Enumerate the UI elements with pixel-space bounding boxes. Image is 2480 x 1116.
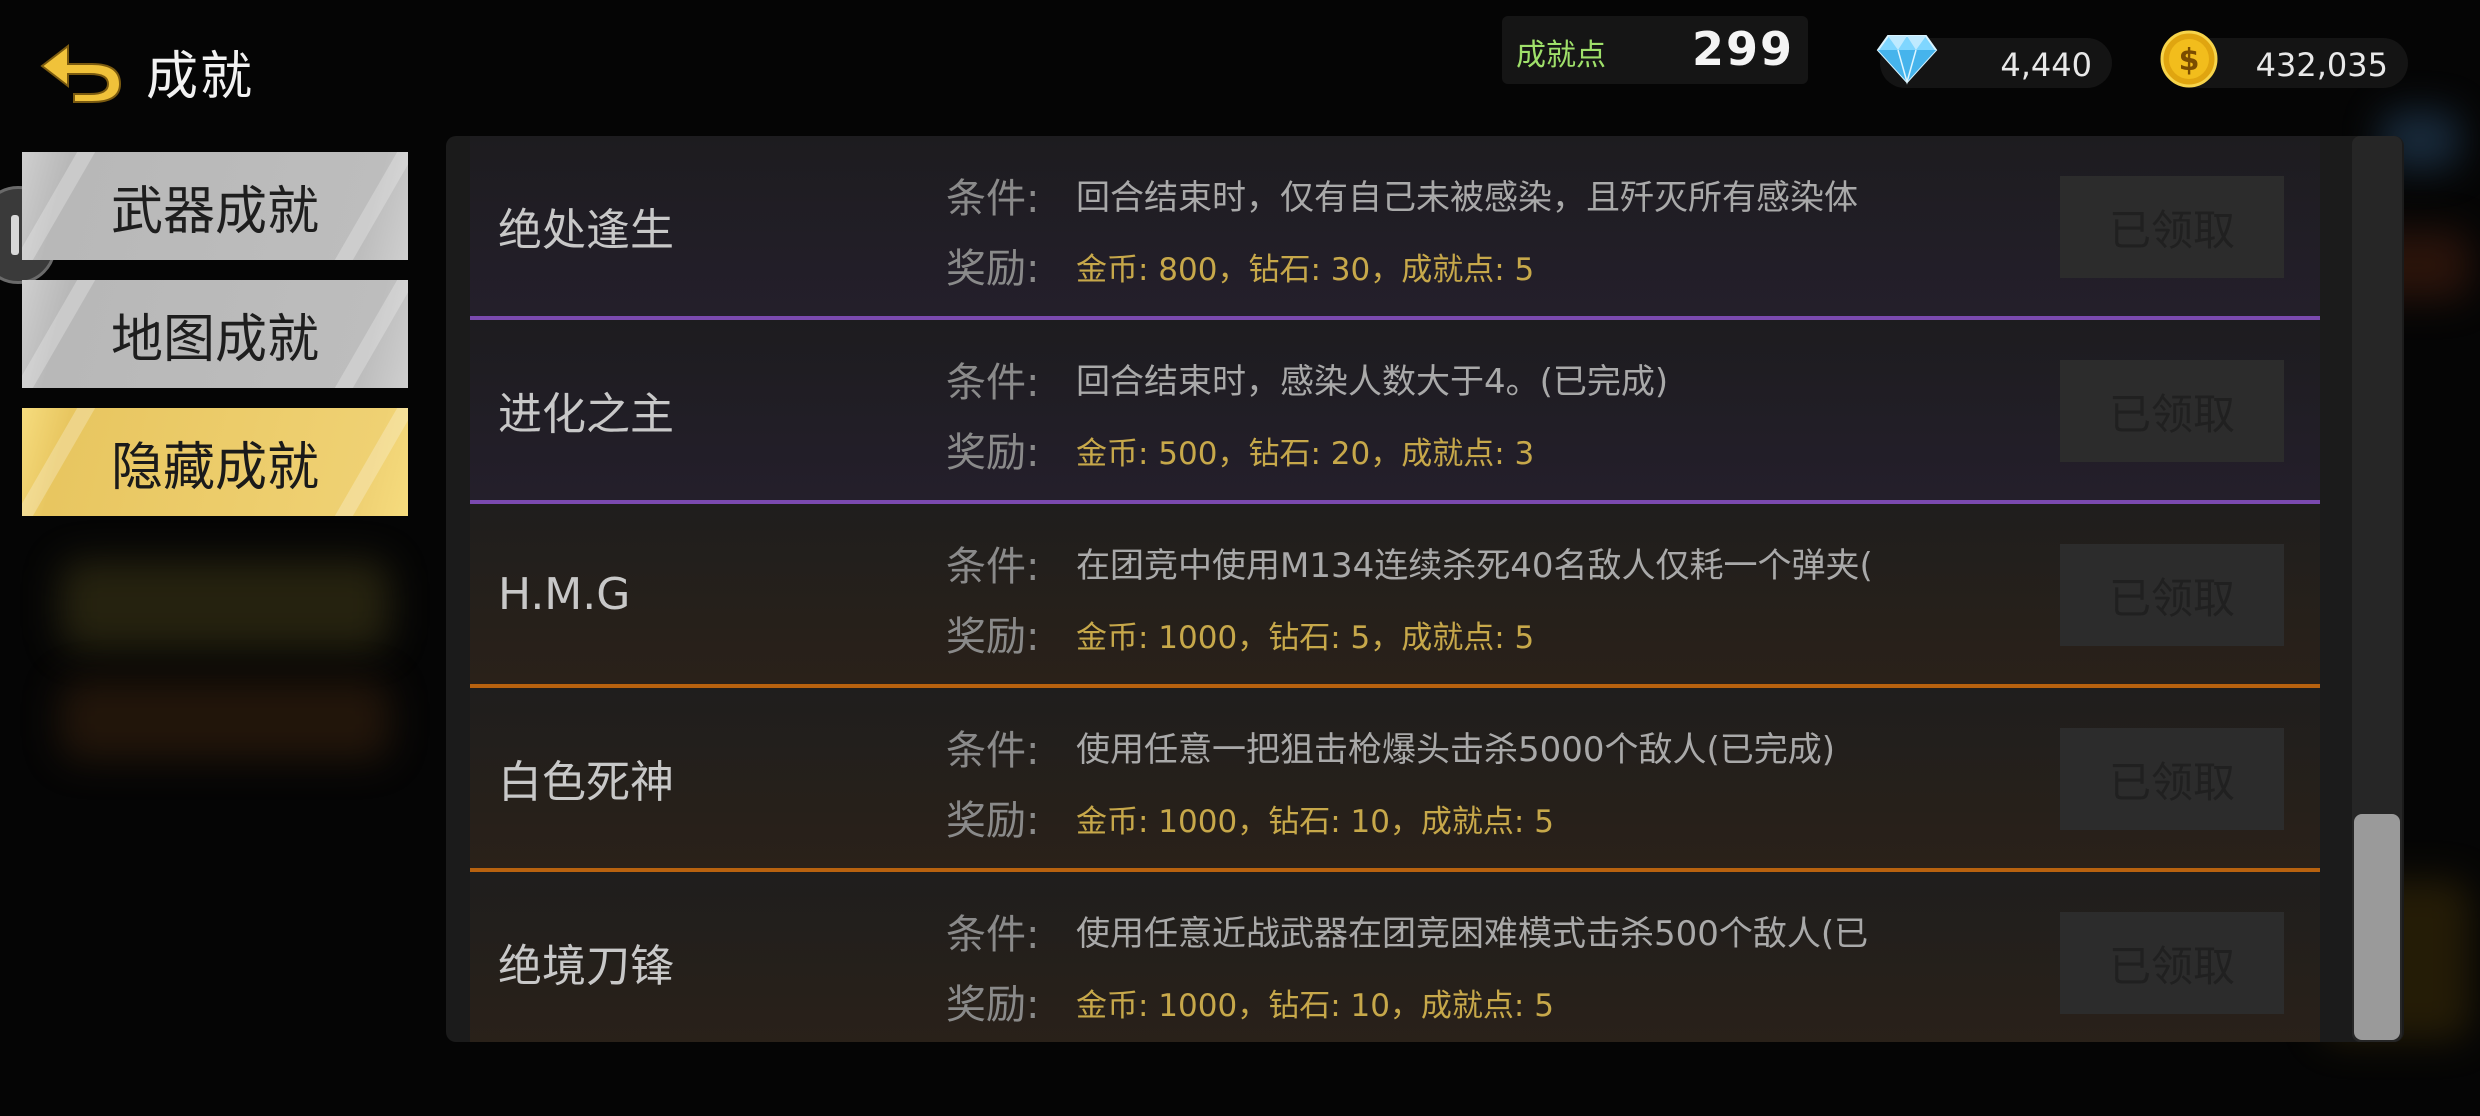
page-title: 成就: [146, 47, 255, 107]
reward-text: 金币: 1000，钻石: 10，成就点: 5: [1076, 804, 1554, 840]
claimed-button[interactable]: 已领取: [2060, 912, 2284, 1014]
tab-hidden-achievements[interactable]: 隐藏成就: [22, 408, 408, 516]
condition-label: 条件:: [946, 728, 1040, 774]
condition-text: 在团竞中使用M134连续杀死40名敌人仅耗一个弹夹(: [1076, 546, 1873, 586]
condition-label: 条件:: [946, 912, 1040, 958]
reward-text: 金币: 1000，钻石: 5，成就点: 5: [1076, 620, 1535, 656]
achievement-row: 进化之主 条件: 回合结束时，感染人数大于4。(已完成) 奖励: 金币: 500…: [470, 320, 2320, 504]
achievement-name: H.M.G: [498, 568, 631, 620]
tab-map-achievements[interactable]: 地图成就: [22, 280, 408, 388]
scrollbar-thumb[interactable]: [2354, 814, 2400, 1040]
background-blur: [60, 680, 390, 760]
condition-text: 回合结束时，感染人数大于4。(已完成): [1076, 362, 1669, 402]
achievement-list[interactable]: 绝处逢生 条件: 回合结束时，仅有自己未被感染，且歼灭所有感染体 奖励: 金币:…: [446, 136, 2404, 1042]
tab-label: 隐藏成就: [110, 437, 319, 498]
reward-text: 金币: 800，钻石: 30，成就点: 5: [1076, 252, 1535, 288]
reward-label: 奖励:: [946, 982, 1040, 1028]
claimed-button[interactable]: 已领取: [2060, 176, 2284, 278]
diamond-icon: [1876, 35, 1938, 85]
achievement-row: H.M.G 条件: 在团竞中使用M134连续杀死40名敌人仅耗一个弹夹( 奖励:…: [470, 504, 2320, 688]
condition-label: 条件:: [946, 544, 1040, 590]
condition-text: 使用任意近战武器在团竞困难模式击杀500个敌人(已: [1076, 914, 1869, 954]
gold-value: 432,035: [2255, 46, 2388, 84]
back-arrow-icon: [40, 43, 122, 103]
svg-text:$: $: [2179, 43, 2200, 78]
achievement-row: 白色死神 条件: 使用任意一把狙击枪爆头击杀5000个敌人(已完成) 奖励: 金…: [470, 688, 2320, 872]
claimed-button[interactable]: 已领取: [2060, 728, 2284, 830]
achievement-row: 绝境刀锋 条件: 使用任意近战武器在团竞困难模式击杀500个敌人(已 奖励: 金…: [470, 872, 2320, 1042]
achievement-points-value: 299: [1691, 22, 1794, 76]
reward-label: 奖励:: [946, 246, 1040, 292]
achievement-points-label: 成就点: [1516, 38, 1606, 73]
claimed-button[interactable]: 已领取: [2060, 360, 2284, 462]
claimed-button[interactable]: 已领取: [2060, 544, 2284, 646]
diamond-value: 4,440: [2000, 46, 2092, 84]
condition-text: 回合结束时，仅有自己未被感染，且歼灭所有感染体: [1076, 178, 1858, 218]
back-button[interactable]: [38, 38, 124, 104]
achievement-name: 绝处逢生: [498, 205, 674, 256]
handle-bar: [11, 215, 19, 255]
reward-label: 奖励:: [946, 798, 1040, 844]
tab-weapon-achievements[interactable]: 武器成就: [22, 152, 408, 260]
condition-label: 条件:: [946, 176, 1040, 222]
achievement-name: 绝境刀锋: [498, 941, 674, 992]
achievement-row: 绝处逢生 条件: 回合结束时，仅有自己未被感染，且歼灭所有感染体 奖励: 金币:…: [470, 136, 2320, 320]
tab-label: 地图成就: [110, 309, 319, 370]
achievement-name: 白色死神: [498, 757, 674, 808]
achievement-name: 进化之主: [498, 389, 674, 440]
reward-label: 奖励:: [946, 614, 1040, 660]
reward-label: 奖励:: [946, 430, 1040, 476]
reward-text: 金币: 1000，钻石: 10，成就点: 5: [1076, 988, 1554, 1024]
condition-text: 使用任意一把狙击枪爆头击杀5000个敌人(已完成): [1076, 730, 1836, 770]
gold-coin-icon: $: [2160, 30, 2218, 88]
achievement-points-panel: 成就点 299: [1502, 16, 1808, 84]
background-blur: [60, 560, 390, 650]
reward-text: 金币: 500，钻石: 20，成就点: 3: [1076, 436, 1535, 472]
condition-label: 条件:: [946, 360, 1040, 406]
tab-label: 武器成就: [110, 181, 319, 242]
